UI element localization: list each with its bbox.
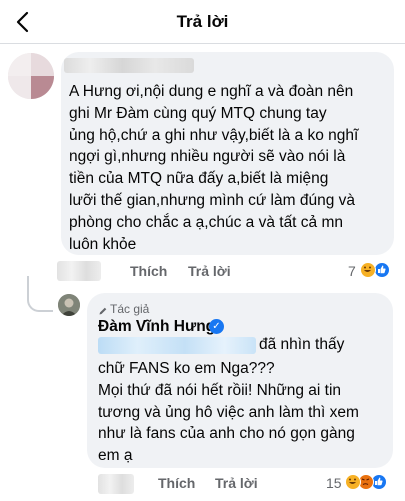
reply-button[interactable]: Trả lời [188, 263, 231, 279]
reaction-count[interactable]: 7 [348, 263, 356, 279]
page-title: Trả lời [176, 12, 229, 31]
mention-redacted[interactable] [98, 337, 256, 354]
author-tag: Tác giả [110, 302, 150, 316]
haha-icon [345, 474, 361, 490]
author-name[interactable]: Đàm Vĩnh Hưng [98, 318, 215, 336]
comment-text: A Hưng ơi,nội dung e nghĩ a và đoàn nên … [69, 83, 359, 253]
reply-reaction-count[interactable]: 15 [326, 475, 342, 491]
comment-timestamp-redacted [57, 261, 101, 281]
thread-connector [27, 276, 53, 312]
reply-reply-button[interactable]: Trả lời [215, 475, 258, 491]
reply-timestamp-redacted [98, 474, 134, 494]
pencil-icon [98, 303, 108, 315]
haha-icon [360, 262, 376, 278]
like-button[interactable]: Thích [130, 263, 167, 279]
reply-text: chữ FANS ko em Nga??? Mọi thứ đã nói hết… [98, 360, 359, 465]
like-icon [374, 262, 390, 278]
top-bar: Trả lời [0, 0, 405, 44]
commenter-avatar[interactable] [8, 53, 54, 99]
reply-text-first-line: đã nhìn thấy [259, 336, 345, 353]
commenter-name-redacted[interactable] [64, 58, 194, 73]
verified-badge-icon: ✓ [209, 319, 224, 334]
reply-like-button[interactable]: Thích [158, 475, 195, 491]
author-avatar[interactable] [58, 294, 80, 316]
